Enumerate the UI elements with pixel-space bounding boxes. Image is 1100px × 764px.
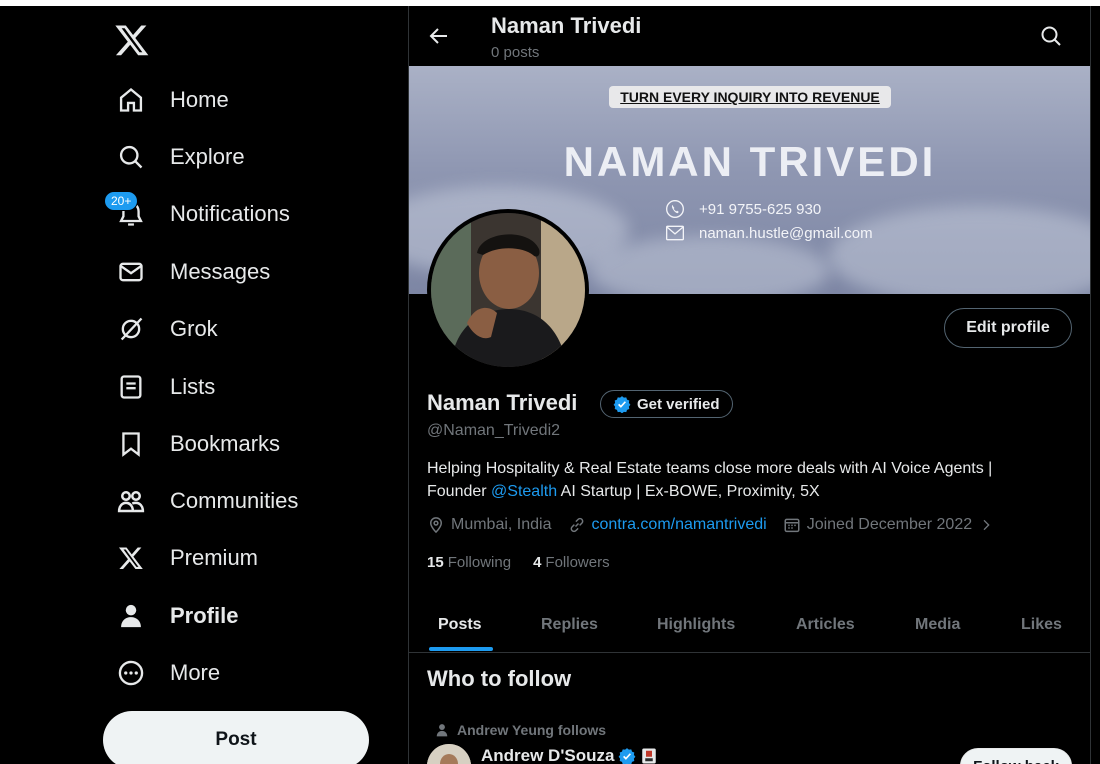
bell-icon: 20+ [104, 191, 146, 229]
banner-email: naman.hustle@gmail.com [665, 224, 873, 242]
nav-explore-label: Explore [170, 144, 245, 169]
profile-meta: Mumbai, India contra.com/namantrivedi Jo… [427, 516, 1016, 534]
x-logo-icon [116, 543, 146, 573]
follow-stats: 15 Following 4 Followers [427, 554, 632, 571]
notifications-badge: 20+ [104, 191, 139, 211]
nav-notifications-label: Notifications [170, 201, 290, 226]
profile-column: Naman Trivedi 0 posts TURN EVERY INQUIRY… [408, 6, 1090, 764]
bio-line-1: Helping Hospitality & Real Estate teams … [427, 460, 993, 477]
nav-premium-label: Premium [170, 545, 259, 570]
followers-link[interactable]: 4 Followers [533, 554, 610, 571]
bookmark-icon [116, 429, 146, 459]
nav-lists[interactable]: Lists [104, 364, 227, 410]
profile-tabs: Posts Replies Highlights Articles Media … [409, 596, 1090, 653]
suggestion-context: Andrew Yeung follows [436, 722, 606, 738]
search-icon[interactable] [1039, 24, 1063, 48]
location: Mumbai, India [427, 516, 552, 534]
suggestion-name[interactable]: Andrew D'Souza [481, 746, 658, 764]
list-icon [116, 372, 146, 402]
sidebar: Home Explore 20+ Notifications Messages … [0, 6, 408, 764]
profile-header: Naman Trivedi 0 posts [409, 6, 1090, 66]
nav-premium[interactable]: Premium [104, 535, 270, 581]
nav-explore[interactable]: Explore [104, 134, 257, 180]
banner-phone-text: +91 9755-625 930 [699, 200, 822, 218]
profile-handle: @Naman_Trivedi2 [427, 422, 561, 439]
website-link[interactable]: contra.com/namantrivedi [592, 516, 767, 534]
tab-replies[interactable]: Replies [541, 596, 598, 653]
nav-bookmarks-label: Bookmarks [170, 431, 281, 456]
nav-profile-label: Profile [170, 603, 239, 628]
tab-highlights[interactable]: Highlights [657, 596, 735, 653]
grok-icon [116, 314, 146, 344]
profile-bio: Helping Hospitality & Real Estate teams … [427, 457, 1067, 503]
banner-email-text: naman.hustle@gmail.com [699, 224, 873, 242]
nav-more[interactable]: More [104, 650, 232, 696]
calendar-icon [784, 518, 800, 533]
follow-back-button[interactable]: Follow back [960, 748, 1072, 764]
active-tab-indicator [429, 647, 493, 651]
nav-profile[interactable]: Profile [104, 593, 250, 639]
joined-date: Joined December 2022 [783, 516, 1000, 534]
location-text: Mumbai, India [451, 516, 552, 533]
home-icon [116, 85, 146, 115]
person-icon [436, 724, 448, 737]
bio-line-2: Founder @Stealth AI Startup | Ex-BOWE, P… [427, 483, 820, 500]
phone-icon [666, 200, 684, 218]
header-name: Naman Trivedi [491, 13, 642, 38]
location-pin-icon [429, 517, 443, 534]
x-logo-icon[interactable] [114, 22, 150, 58]
suggestion-avatar[interactable] [427, 744, 471, 764]
website[interactable]: contra.com/namantrivedi [568, 516, 767, 534]
nav-more-label: More [170, 660, 221, 685]
more-circle-icon [116, 658, 146, 688]
person-icon [116, 601, 146, 631]
get-verified-label: Get verified [637, 395, 720, 413]
nav-messages[interactable]: Messages [104, 249, 282, 295]
envelope-icon [116, 257, 146, 287]
link-icon [570, 517, 583, 533]
header-post-count: 0 posts [491, 44, 540, 61]
search-icon [116, 142, 146, 172]
verified-badge-icon [619, 748, 636, 764]
who-to-follow-title: Who to follow [427, 666, 572, 691]
get-verified-button[interactable]: Get verified [600, 390, 733, 418]
window-right-edge [1090, 6, 1100, 764]
chevron-right-icon [983, 519, 990, 531]
nav-grok-label: Grok [170, 316, 218, 341]
nav-home[interactable]: Home [104, 77, 241, 123]
back-arrow-icon[interactable] [427, 24, 451, 48]
joined-text: Joined December 2022 [806, 516, 973, 533]
nav-notifications[interactable]: 20+ Notifications [104, 191, 302, 237]
tab-media[interactable]: Media [915, 596, 960, 653]
nav-communities-label: Communities [170, 488, 299, 513]
nav-grok[interactable]: Grok [104, 306, 230, 352]
nav-messages-label: Messages [170, 259, 271, 284]
nav-communities[interactable]: Communities [104, 478, 310, 524]
verified-badge-icon [613, 396, 631, 413]
nav-lists-label: Lists [170, 374, 216, 399]
bio-mention-link[interactable]: @Stealth [491, 483, 557, 500]
banner-phone: +91 9755-625 930 [665, 199, 821, 219]
banner-name: NAMAN TRIVEDI [563, 138, 937, 185]
affiliate-badge-icon [642, 748, 657, 764]
tab-likes[interactable]: Likes [1021, 596, 1062, 653]
banner-tagline: TURN EVERY INQUIRY INTO REVENUE [609, 86, 891, 108]
envelope-icon [666, 225, 684, 241]
following-link[interactable]: 15 Following [427, 554, 511, 571]
nav-bookmarks[interactable]: Bookmarks [104, 421, 292, 467]
nav-home-label: Home [170, 87, 229, 112]
tab-articles[interactable]: Articles [796, 596, 855, 653]
edit-profile-button[interactable]: Edit profile [944, 308, 1072, 348]
post-button[interactable]: Post [103, 711, 369, 764]
tab-posts[interactable]: Posts [438, 596, 482, 653]
people-icon [116, 486, 146, 516]
display-name: Naman Trivedi [427, 390, 578, 415]
avatar[interactable] [427, 209, 589, 371]
